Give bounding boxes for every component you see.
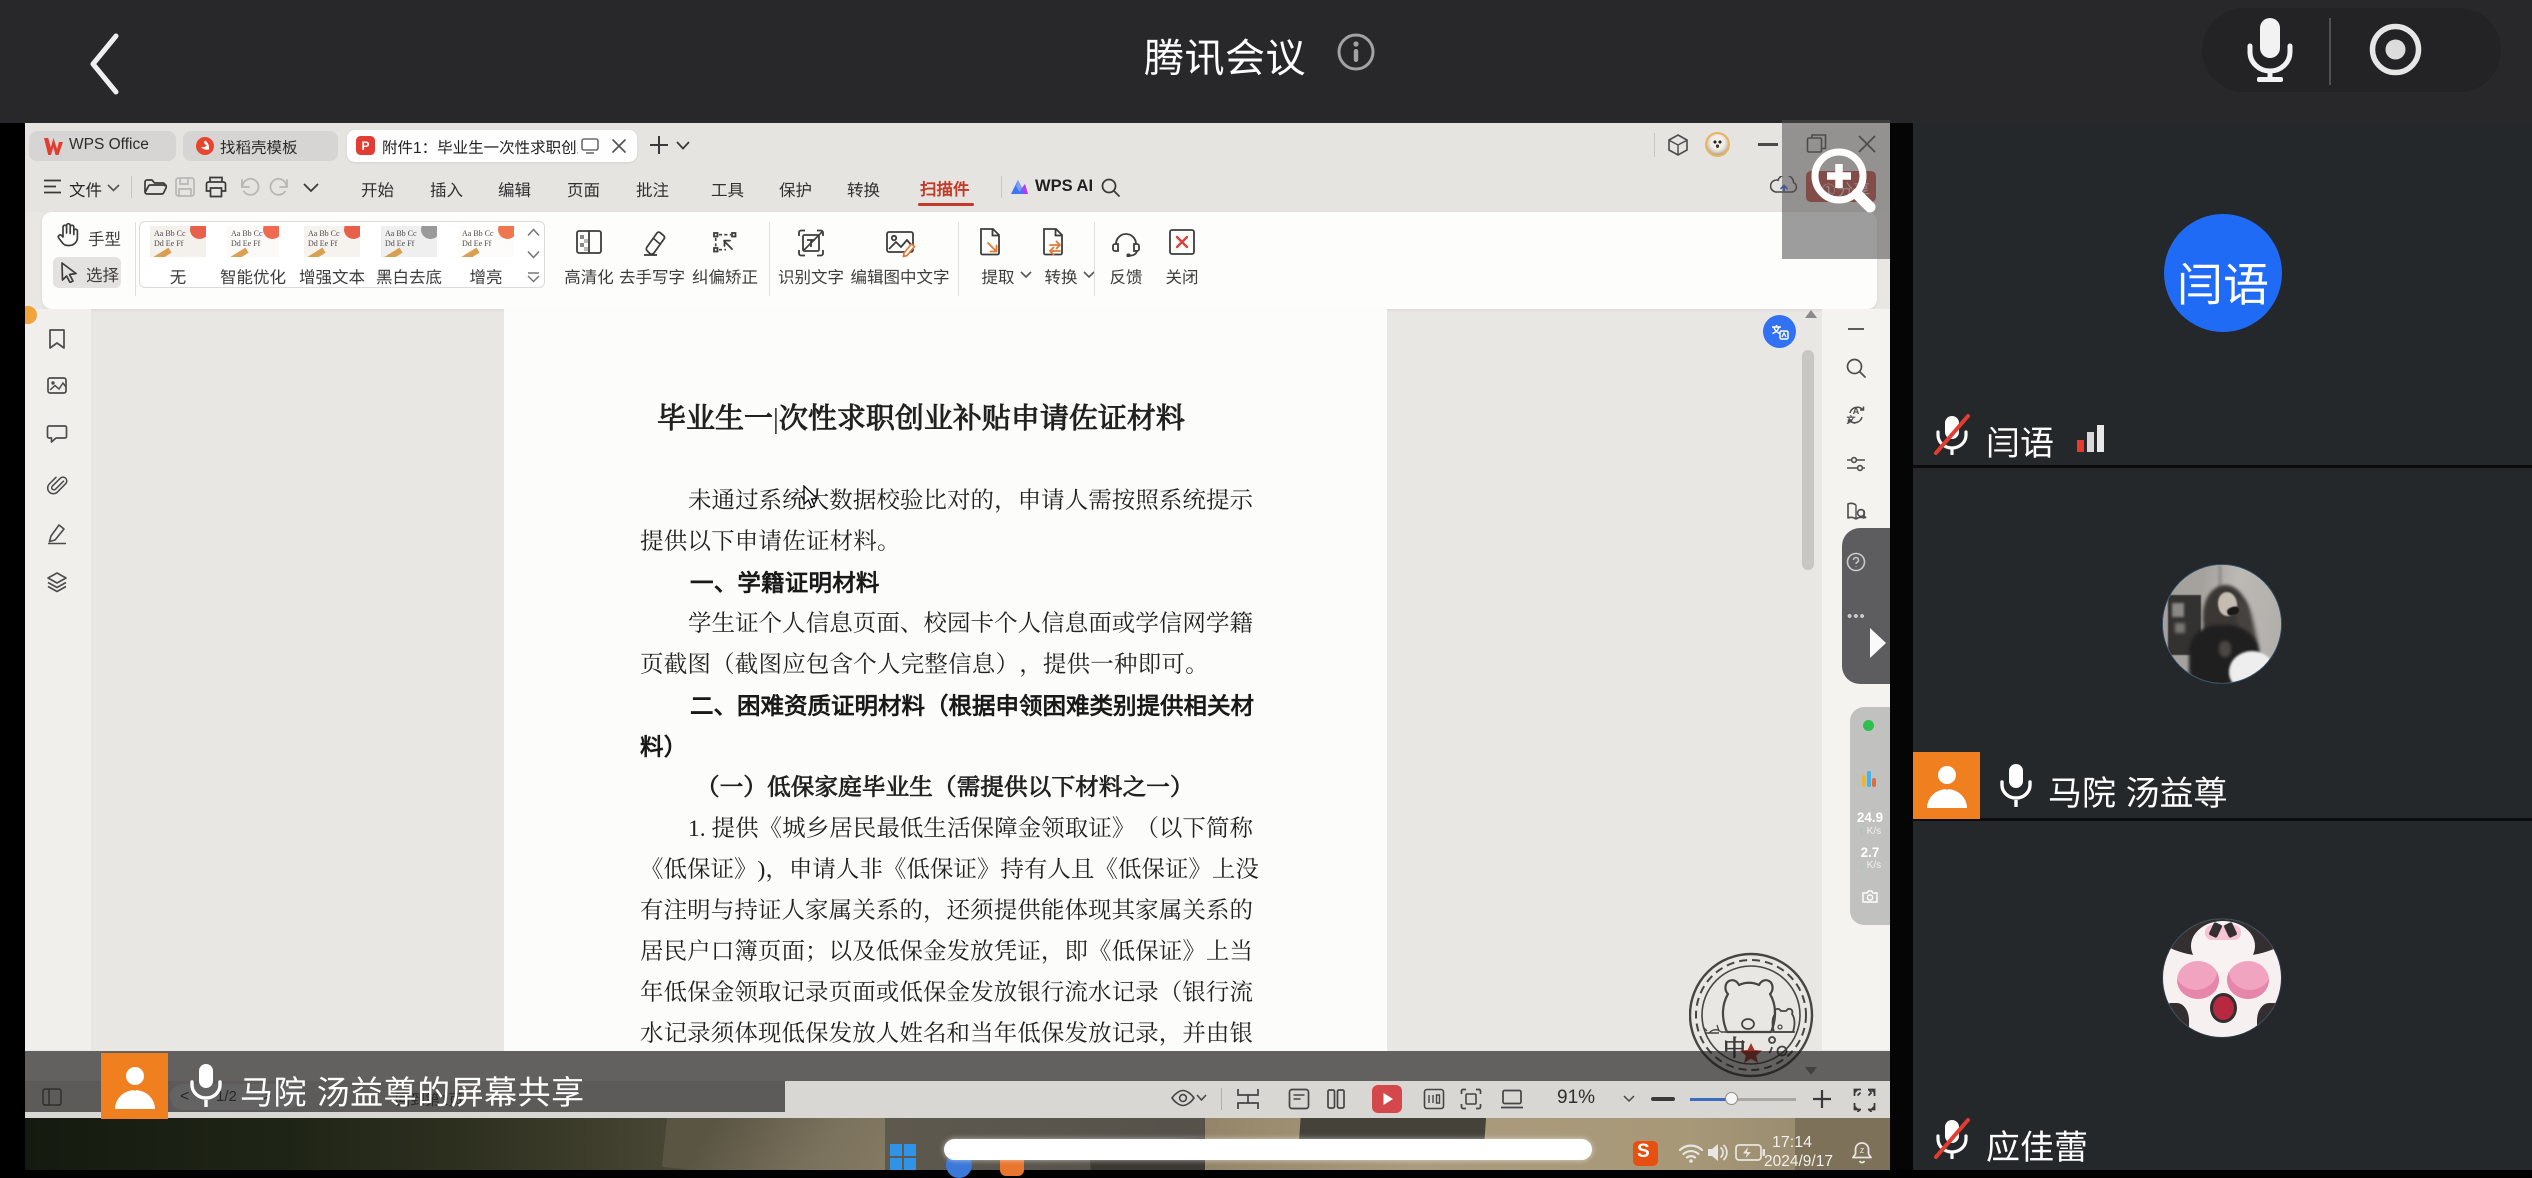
svg-text:文: 文	[1845, 414, 1856, 425]
svg-text:z: z	[1860, 1145, 1865, 1155]
svg-text:P: P	[361, 139, 369, 153]
